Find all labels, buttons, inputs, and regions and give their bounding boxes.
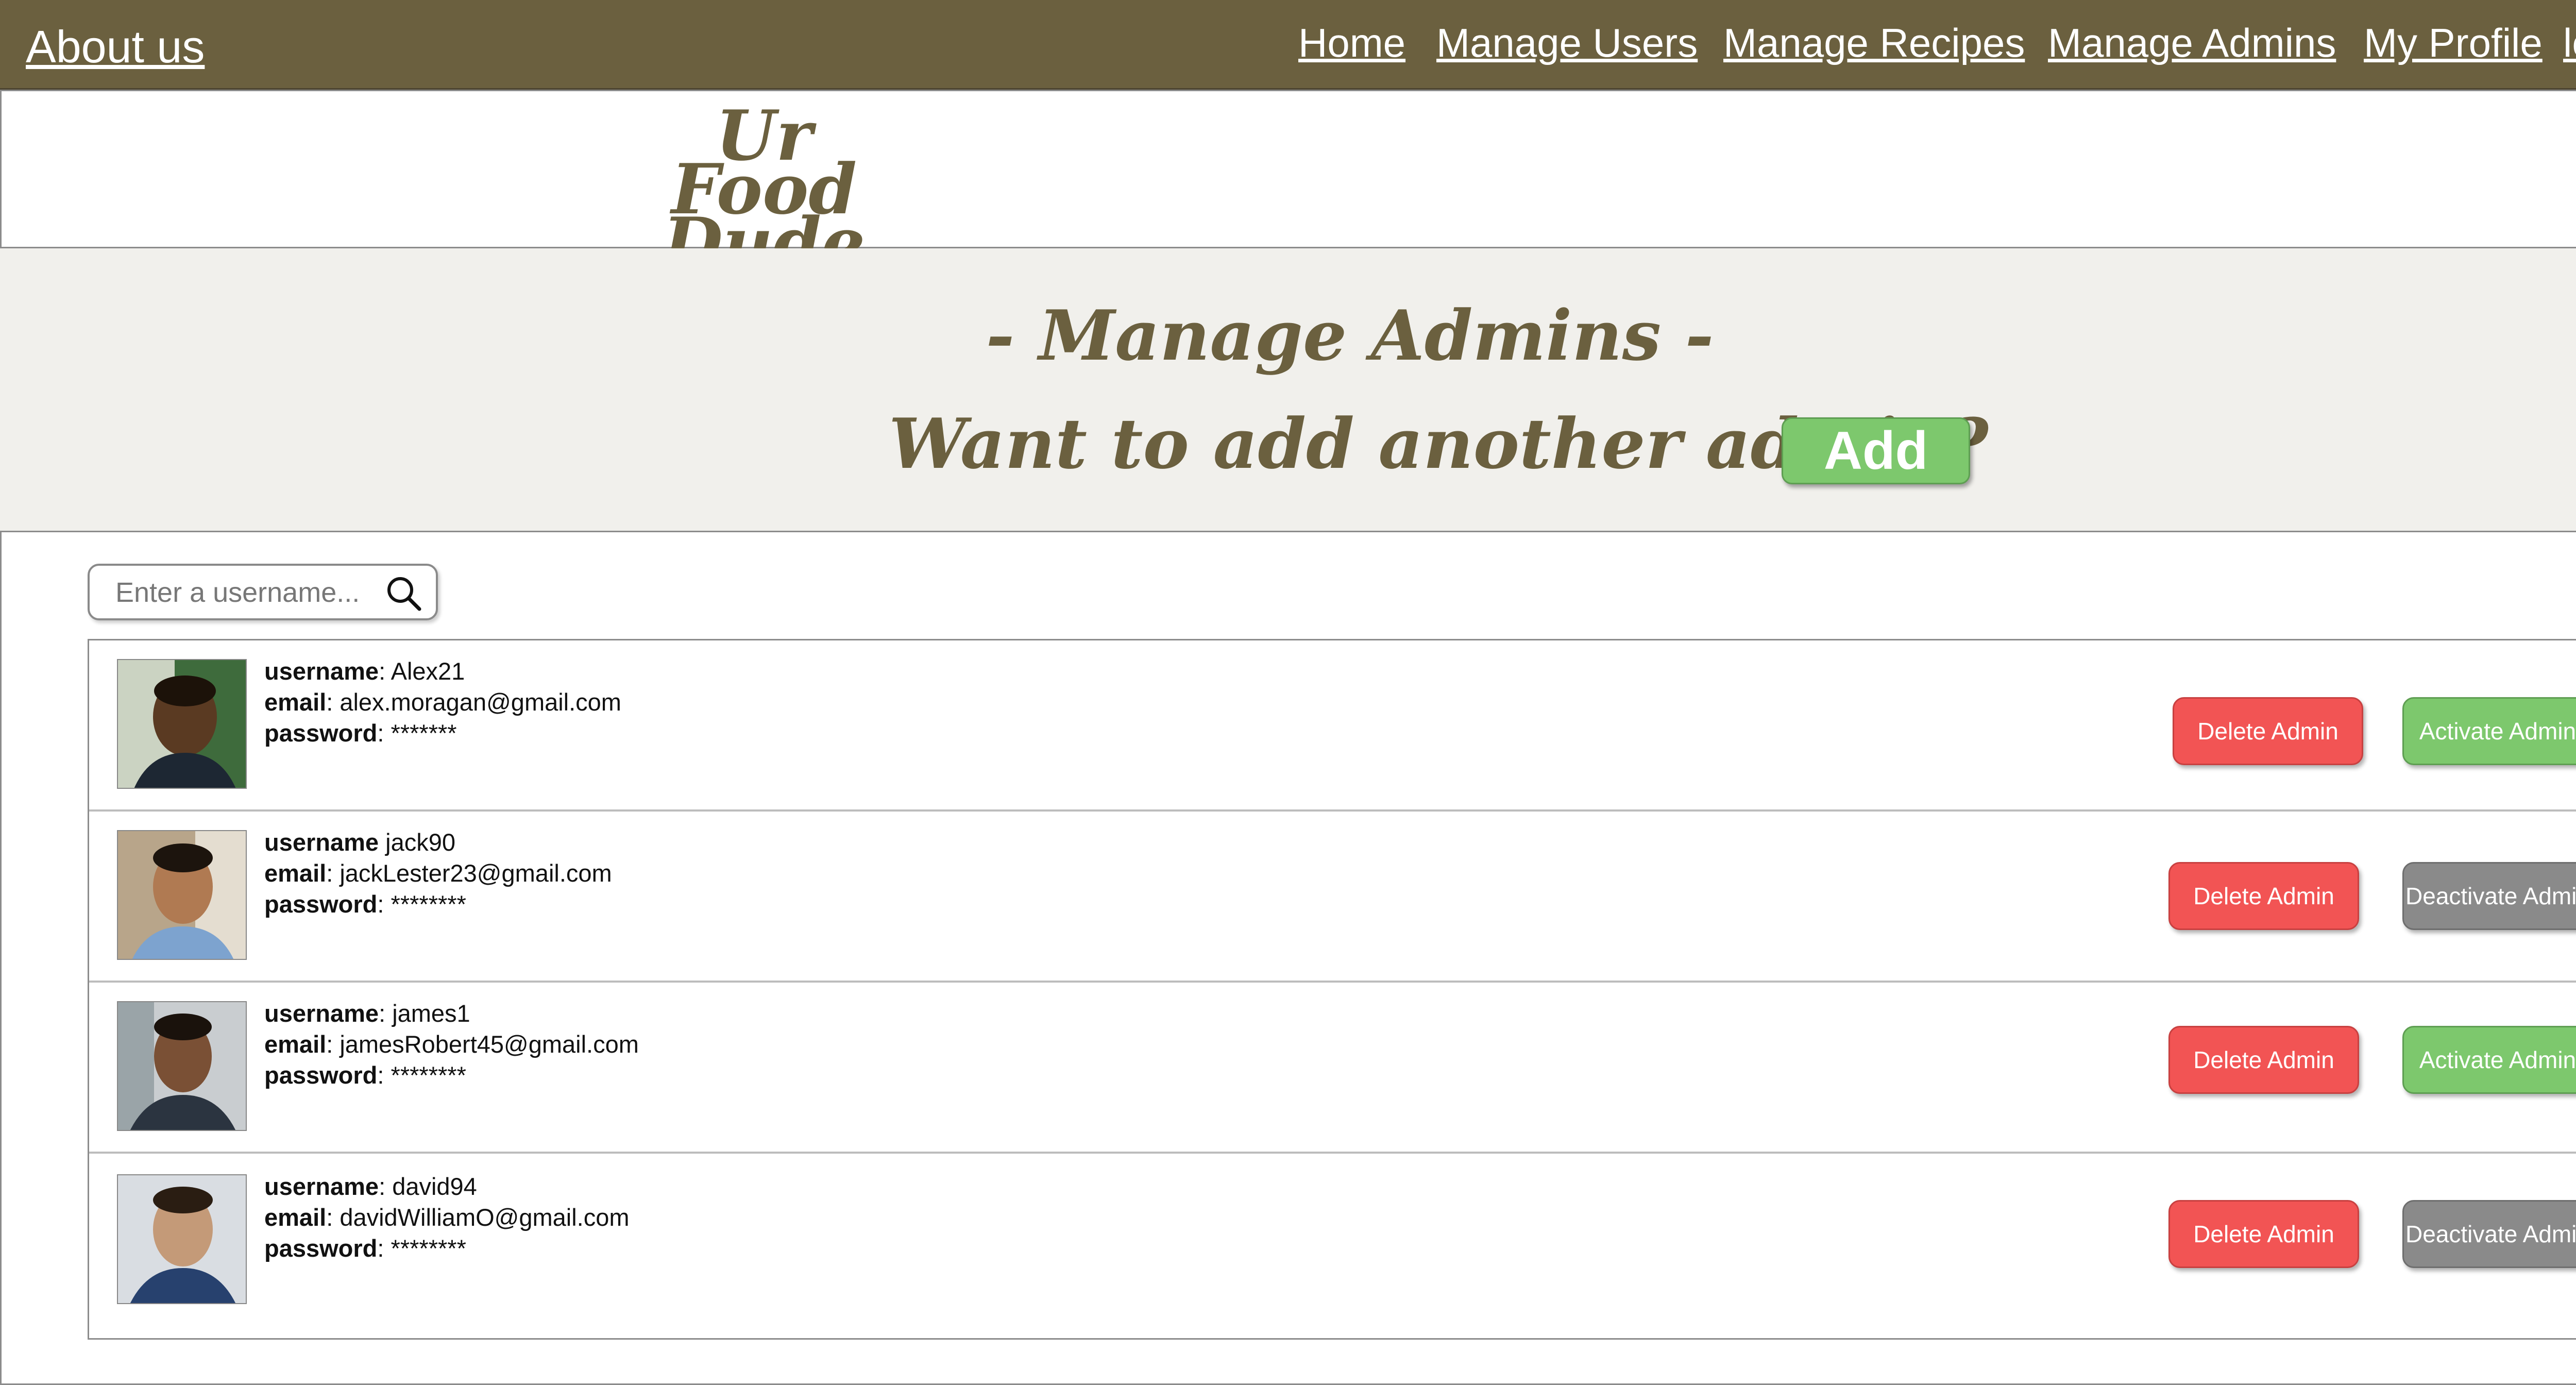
admin-email: alex.moragan@gmail.com (340, 688, 621, 716)
logo-band: Ur Food Dude (0, 90, 2576, 277)
admin-info: username jack90 email: jackLester23@gmai… (264, 829, 612, 918)
row-divider (89, 1152, 2576, 1154)
admin-row: username: Alex21 email: alex.moragan@gma… (89, 640, 2576, 812)
admin-row: username: david94 email: davidWilliamO@g… (89, 1156, 2576, 1327)
activate-admin-button[interactable]: Activate Admin (2402, 697, 2576, 765)
search-box (88, 564, 438, 620)
admin-username: david94 (392, 1173, 477, 1200)
admin-email: davidWilliamO@gmail.com (340, 1204, 630, 1231)
avatar (117, 1001, 247, 1131)
top-navbar: About us Home Manage Users Manage Recipe… (0, 0, 2576, 90)
nav-manage-users-link[interactable]: Manage Users (1436, 20, 1698, 66)
avatar (117, 659, 247, 789)
delete-admin-button[interactable]: Delete Admin (2173, 697, 2363, 765)
admin-email: jamesRobert45@gmail.com (340, 1031, 639, 1058)
avatar (117, 830, 247, 960)
deactivate-admin-button[interactable]: Deactivate Admin (2402, 862, 2576, 930)
about-us-link[interactable]: About us (26, 21, 205, 73)
admin-email: jackLester23@gmail.com (340, 859, 612, 887)
admin-password: ******** (391, 1235, 466, 1262)
site-logo[interactable]: Ur Food Dude (584, 101, 944, 277)
admin-row: username: james1 email: jamesRobert45@gm… (89, 983, 2576, 1154)
page-title: - Manage Admins - (986, 295, 1714, 376)
admin-username: Alex21 (391, 657, 465, 685)
admin-info: username: james1 email: jamesRobert45@gm… (264, 1000, 639, 1089)
admin-list: username: Alex21 email: alex.moragan@gma… (88, 639, 2576, 1340)
deactivate-admin-button[interactable]: Deactivate Admin (2402, 1200, 2576, 1268)
username-search-input[interactable] (114, 574, 364, 611)
avatar (117, 1174, 247, 1304)
nav-manage-recipes-link[interactable]: Manage Recipes (1723, 20, 2025, 66)
delete-admin-button[interactable]: Delete Admin (2168, 1200, 2359, 1268)
nav-home-link[interactable]: Home (1298, 20, 1405, 66)
admin-password: ******** (391, 1061, 466, 1089)
hero-section: - Manage Admins - Want to add another ad… (0, 248, 2576, 531)
add-admin-button[interactable]: Add (1782, 417, 1970, 484)
nav-my-profile-link[interactable]: My Profile (2364, 20, 2543, 66)
activate-admin-button[interactable]: Activate Admin (2402, 1026, 2576, 1094)
admin-row: username jack90 email: jackLester23@gmai… (89, 812, 2576, 983)
admin-username: james1 (392, 1000, 470, 1027)
search-icon[interactable] (383, 573, 425, 617)
delete-admin-button[interactable]: Delete Admin (2168, 1026, 2359, 1094)
delete-admin-button[interactable]: Delete Admin (2168, 862, 2359, 930)
admin-password: ******* (391, 719, 457, 747)
admin-password: ******** (391, 890, 466, 918)
nav-manage-admins-link[interactable]: Manage Admins (2048, 20, 2336, 66)
admin-info: username: Alex21 email: alex.moragan@gma… (264, 657, 621, 747)
admin-username: jack90 (385, 829, 455, 856)
nav-logout-link[interactable]: log out (2563, 20, 2576, 66)
admin-info: username: david94 email: davidWilliamO@g… (264, 1173, 630, 1262)
